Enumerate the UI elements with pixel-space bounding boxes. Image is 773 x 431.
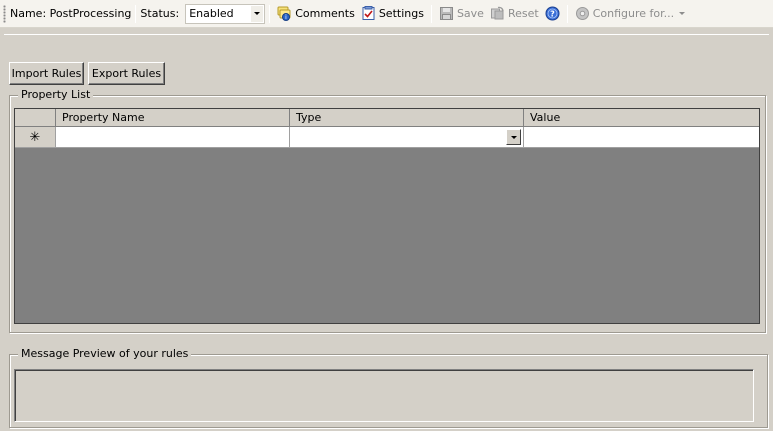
- configure-for-label: Configure for...: [592, 7, 675, 20]
- comments-button[interactable]: i Comments: [274, 4, 358, 23]
- toolbar: Name: PostProcessing Status: Enabled i C…: [0, 0, 773, 28]
- checklist-icon: [361, 6, 376, 21]
- property-grid[interactable]: Property Name Type Value ✳: [14, 108, 760, 324]
- message-preview-box[interactable]: [14, 369, 754, 422]
- help-button[interactable]: ?: [542, 4, 563, 23]
- comments-icon: i: [277, 6, 292, 21]
- new-row-marker-icon[interactable]: ✳: [15, 127, 56, 148]
- content-divider: [4, 34, 769, 35]
- export-rules-button[interactable]: Export Rules: [88, 62, 165, 85]
- reset-button[interactable]: Reset: [487, 4, 542, 23]
- comments-label: Comments: [295, 7, 355, 20]
- save-icon: [439, 6, 454, 21]
- column-header-value[interactable]: Value: [524, 109, 759, 127]
- settings-button[interactable]: Settings: [358, 4, 427, 23]
- row-header-corner[interactable]: [15, 109, 56, 127]
- column-header-property-name[interactable]: Property Name: [56, 109, 290, 127]
- property-name-cell[interactable]: [56, 127, 290, 148]
- message-preview-title: Message Preview of your rules: [18, 347, 192, 360]
- value-cell[interactable]: [524, 127, 759, 148]
- settings-label: Settings: [378, 7, 424, 20]
- gear-icon: [575, 6, 590, 21]
- toolbar-separator: [566, 4, 568, 23]
- save-button[interactable]: Save: [436, 4, 487, 23]
- chevron-down-icon: [677, 6, 686, 21]
- name-label: Name: PostProcessing: [10, 7, 132, 20]
- chevron-down-icon[interactable]: [506, 129, 521, 145]
- help-icon: ?: [545, 6, 560, 21]
- property-list-title: Property List: [18, 88, 94, 101]
- status-value: Enabled: [189, 7, 234, 20]
- type-cell[interactable]: [290, 127, 524, 148]
- reset-label: Reset: [507, 7, 539, 20]
- configure-for-button[interactable]: Configure for...: [572, 4, 689, 23]
- grid-header: Property Name Type Value: [15, 109, 759, 127]
- svg-text:?: ?: [550, 10, 555, 19]
- reset-icon: [490, 6, 505, 21]
- toolbar-separator: [430, 4, 432, 23]
- new-row: ✳: [15, 127, 759, 148]
- toolbar-separator: [135, 4, 137, 23]
- import-rules-button[interactable]: Import Rules: [9, 62, 84, 85]
- toolbar-grip[interactable]: [3, 4, 6, 23]
- save-label: Save: [456, 7, 484, 20]
- chevron-down-icon[interactable]: [251, 5, 264, 22]
- column-header-type[interactable]: Type: [290, 109, 524, 127]
- toolbar-separator: [269, 4, 271, 23]
- status-label: Status:: [140, 7, 180, 20]
- status-dropdown[interactable]: Enabled: [185, 3, 266, 24]
